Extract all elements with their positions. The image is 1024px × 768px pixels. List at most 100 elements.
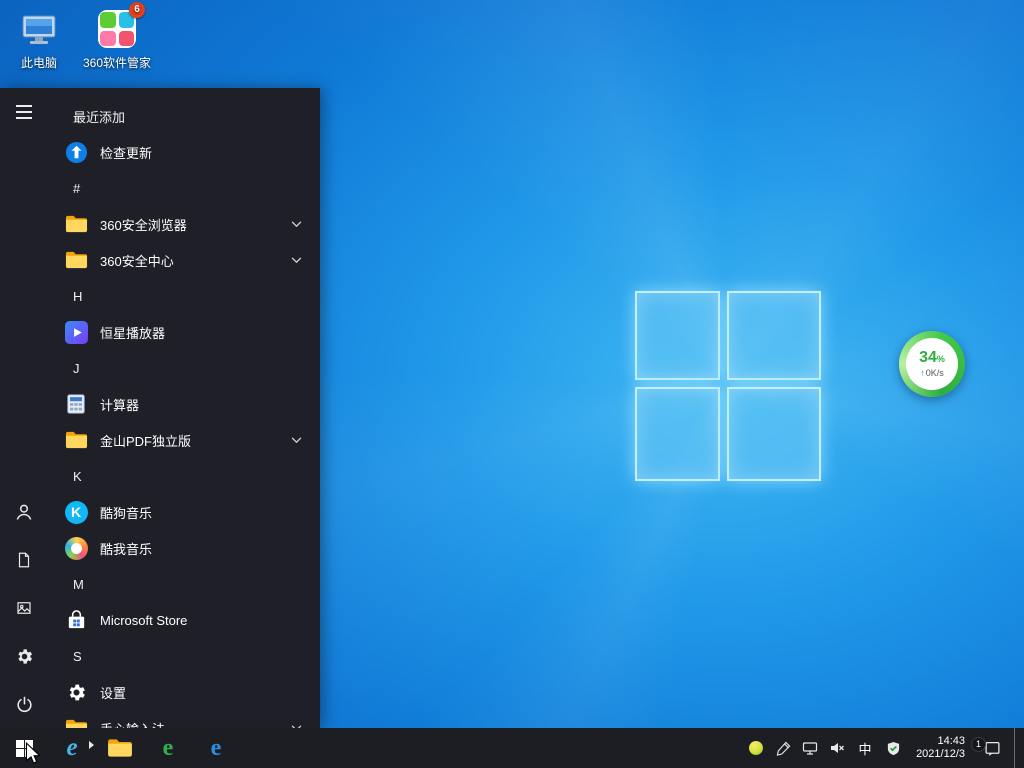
start-app-check-updates[interactable]: 检查更新 <box>48 134 320 170</box>
account-icon <box>14 502 34 522</box>
app-label: 检查更新 <box>100 143 152 162</box>
gear-icon <box>15 647 34 666</box>
player-icon <box>64 320 88 344</box>
rail-bottom-group <box>0 488 48 728</box>
taskbar-browser-green[interactable]: e <box>144 728 192 768</box>
rail-settings-button[interactable] <box>0 632 48 680</box>
app-label: 360安全中心 <box>100 251 174 270</box>
start-app-jinshan-pdf[interactable]: 金山PDF独立版 <box>48 422 320 458</box>
tray-360-icon[interactable] <box>747 739 765 757</box>
start-section-k[interactable]: K <box>48 458 320 494</box>
folder-icon <box>64 212 88 236</box>
start-section-j[interactable]: J <box>48 350 320 386</box>
pictures-icon <box>15 599 33 617</box>
app-label: 设置 <box>100 683 126 702</box>
360-ball-icon <box>749 741 763 755</box>
windows-logo-wallpaper <box>635 291 821 481</box>
folder-icon <box>64 248 88 272</box>
show-desktop-button[interactable] <box>1014 728 1020 768</box>
calculator-icon <box>64 392 88 416</box>
rail-menu-button[interactable] <box>0 88 48 136</box>
windows-logo-icon <box>16 740 33 757</box>
logo-pane <box>635 387 720 481</box>
folder-icon <box>64 716 88 728</box>
chevron-down-icon[interactable] <box>291 431 302 449</box>
chevron-down-icon[interactable] <box>291 719 302 728</box>
start-app-calculator[interactable]: 计算器 <box>48 386 320 422</box>
tray-ime-indicator[interactable]: 中 <box>855 739 875 758</box>
notification-count-badge: 1 <box>971 737 986 752</box>
desktop-icon-label: 此电脑 <box>21 54 57 71</box>
speed-ball-widget[interactable]: 34% ↑0K/s <box>899 331 965 397</box>
memory-percent: 34% <box>919 350 945 366</box>
taskbar-internet-explorer[interactable]: e <box>48 728 96 768</box>
tray-defender-icon[interactable] <box>884 739 902 757</box>
document-icon <box>15 551 33 569</box>
clock-date: 2021/12/3 <box>916 748 965 761</box>
start-section-h[interactable]: H <box>48 278 320 314</box>
start-app-microsoft-store[interactable]: Microsoft Store <box>48 602 320 638</box>
recently-added-header: 最近添加 <box>48 98 320 134</box>
browser-blue-e-icon: e <box>211 735 222 762</box>
rail-pictures-button[interactable] <box>0 584 48 632</box>
app-label: 计算器 <box>100 395 139 414</box>
desktop-icon-360-software-manager[interactable]: 6 360软件管家 <box>78 8 156 71</box>
tray-volume-muted-icon[interactable] <box>828 739 846 757</box>
taskbar-browser-blue[interactable]: e <box>192 728 240 768</box>
rail-documents-button[interactable] <box>0 536 48 584</box>
start-app-hengxing-player[interactable]: 恒星播放器 <box>48 314 320 350</box>
file-explorer-icon <box>107 735 133 761</box>
start-app-360-security-center[interactable]: 360安全中心 <box>48 242 320 278</box>
start-app-settings[interactable]: 设置 <box>48 674 320 710</box>
desktop-icon-label: 360软件管家 <box>83 54 151 71</box>
tray-clock[interactable]: 14:43 2021/12/3 <box>911 735 970 761</box>
internet-explorer-icon: e <box>66 734 77 762</box>
360-software-manager-icon: 6 <box>96 8 138 50</box>
browser-green-e-icon: e <box>163 735 174 762</box>
app-label: 酷狗音乐 <box>100 503 152 522</box>
app-label: 酷我音乐 <box>100 539 152 558</box>
speed-ball-face: 34% ↑0K/s <box>906 338 958 390</box>
folder-icon <box>64 428 88 452</box>
app-label: 手心输入法 <box>100 719 165 729</box>
rail-account-button[interactable] <box>0 488 48 536</box>
start-menu: 最近添加 检查更新 # 360安全浏览器 <box>0 88 320 728</box>
settings-gear-icon <box>64 680 88 704</box>
app-label: 360安全浏览器 <box>100 215 187 234</box>
start-button[interactable] <box>0 728 48 768</box>
chevron-down-icon[interactable] <box>291 251 302 269</box>
app-label: Microsoft Store <box>100 613 187 628</box>
taskbar: e e e 中 14:43 <box>0 728 1024 768</box>
start-app-kugou-music[interactable]: K 酷狗音乐 <box>48 494 320 530</box>
network-speed: ↑0K/s <box>920 369 944 378</box>
start-section-s[interactable]: S <box>48 638 320 674</box>
power-icon <box>15 695 34 714</box>
screen: 此电脑 6 360软件管家 <box>0 0 1024 768</box>
kugou-icon: K <box>64 500 88 524</box>
desktop-icon-this-pc[interactable]: 此电脑 <box>0 8 78 71</box>
store-icon <box>64 608 88 632</box>
pinned-arrow-icon <box>89 741 94 749</box>
this-pc-icon <box>18 8 60 50</box>
start-app-kuwo-music[interactable]: 酷我音乐 <box>48 530 320 566</box>
start-section-m[interactable]: M <box>48 566 320 602</box>
action-center-button[interactable]: 1 <box>979 728 1005 768</box>
start-menu-app-list: 最近添加 检查更新 # 360安全浏览器 <box>48 88 320 728</box>
tray-pen-icon[interactable] <box>774 739 792 757</box>
360-pinwheel-icon <box>98 10 136 48</box>
kuwo-icon <box>64 536 88 560</box>
start-app-360-browser[interactable]: 360安全浏览器 <box>48 206 320 242</box>
hamburger-icon <box>16 105 32 119</box>
start-app-shouxin-ime[interactable]: 手心输入法 <box>48 710 320 728</box>
update-count-badge: 6 <box>129 2 145 18</box>
action-center-icon <box>984 740 1001 757</box>
tray-network-icon[interactable] <box>801 739 819 757</box>
app-label: 恒星播放器 <box>100 323 165 342</box>
chevron-down-icon[interactable] <box>291 215 302 233</box>
system-tray: 中 14:43 2021/12/3 1 <box>747 728 1024 768</box>
logo-pane <box>727 291 821 380</box>
clock-time: 14:43 <box>916 735 965 748</box>
start-section-hash[interactable]: # <box>48 170 320 206</box>
taskbar-file-explorer[interactable] <box>96 728 144 768</box>
rail-power-button[interactable] <box>0 680 48 728</box>
